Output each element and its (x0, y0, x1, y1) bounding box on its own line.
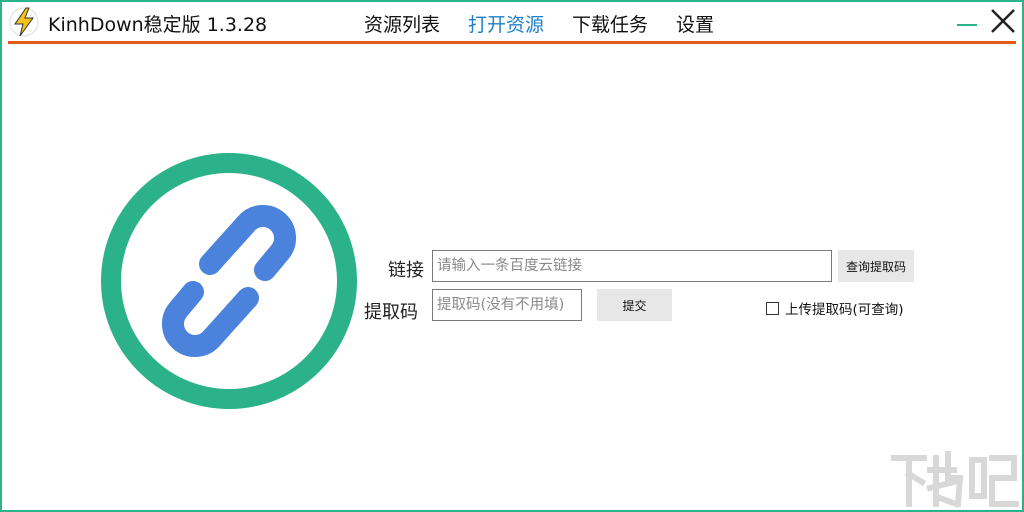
upload-code-option[interactable]: 上传提取码(可查询) (766, 298, 904, 318)
chain-link-icon (101, 153, 357, 409)
link-input[interactable] (432, 250, 832, 282)
title-bar: KinhDown稳定版 1.3.28 资源列表 打开资源 下载任务 设置 (2, 2, 1022, 42)
upload-code-checkbox[interactable] (766, 301, 779, 315)
query-code-button[interactable]: 查询提取码 (838, 250, 914, 282)
lightning-bolt-icon (9, 7, 39, 37)
nav-tab-resource-list[interactable]: 资源列表 (364, 10, 440, 37)
extraction-code-label: 提取码 (364, 302, 418, 323)
nav-tab-download-tasks[interactable]: 下载任务 (572, 10, 648, 37)
submit-button[interactable]: 提交 (597, 289, 672, 321)
minimize-icon[interactable] (954, 6, 980, 36)
nav-tab-open-resource[interactable]: 打开资源 (468, 10, 544, 37)
watermark-logo (891, 451, 1019, 508)
title-divider (8, 41, 1016, 44)
link-label: 链接 (388, 260, 424, 281)
app-window: KinhDown稳定版 1.3.28 资源列表 打开资源 下载任务 设置 链接 … (2, 2, 1022, 510)
close-icon[interactable] (986, 4, 1020, 38)
upload-code-label[interactable]: 上传提取码(可查询) (785, 298, 904, 318)
extraction-code-input[interactable] (432, 289, 582, 321)
app-title: KinhDown稳定版 1.3.28 (48, 14, 268, 36)
nav-tab-settings[interactable]: 设置 (676, 10, 714, 37)
